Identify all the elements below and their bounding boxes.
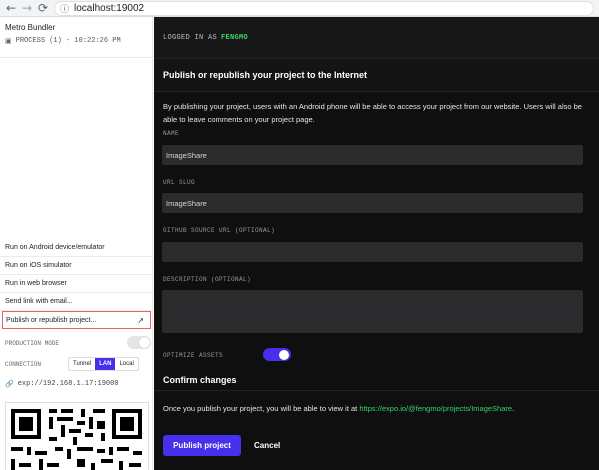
sidebar: Metro Bundler ▣ PROCESS (1) - 10:22:26 P… [0, 17, 153, 470]
logged-in-label: LOGGED IN AS [163, 33, 218, 42]
app-root: ← → ⟳ ⓘ localhost:19002 Metro Bundler ▣ … [0, 0, 599, 470]
url-slug-label: URL SLUG [163, 179, 196, 186]
menu-item-label: Publish or republish project... [6, 316, 97, 324]
connection-label: CONNECTION [5, 360, 42, 368]
exp-url-row[interactable]: 🔗 exp://192.168.1.17:19000 [5, 380, 119, 388]
connection-segmented-control: Tunnel LAN Local [68, 357, 139, 371]
process-icon: ▣ [5, 37, 12, 45]
connection-tunnel-button[interactable]: Tunnel [69, 358, 95, 370]
publish-project-button[interactable]: Publish project [163, 435, 241, 456]
run-web-item[interactable]: Run in web browser [0, 275, 153, 293]
description-field[interactable] [162, 290, 583, 333]
connection-local-button[interactable]: Local [115, 358, 137, 370]
production-mode-label: PRODUCTION MODE [5, 339, 60, 347]
menu-item-label: Run in web browser [5, 280, 67, 287]
send-link-item[interactable]: Send link with email... [0, 293, 153, 311]
account-bar: LOGGED IN AS FENGMO [154, 17, 599, 59]
production-mode-row: PRODUCTION MODE [5, 336, 151, 349]
menu-item-label: Send link with email... [5, 298, 73, 305]
sidebar-header: Metro Bundler ▣ PROCESS (1) - 10:22:26 P… [0, 17, 152, 58]
toggle-knob [139, 337, 150, 348]
github-url-label: GITHUB SOURCE URL (OPTIONAL) [163, 227, 276, 234]
publish-panel: LOGGED IN AS FENGMO Publish or republish… [154, 17, 599, 470]
run-android-item[interactable]: Run on Android device/emulator [0, 239, 153, 257]
info-icon[interactable]: ⓘ [60, 2, 69, 15]
name-label: NAME [163, 130, 180, 137]
production-mode-toggle[interactable] [127, 336, 151, 349]
browser-toolbar: ← → ⟳ ⓘ localhost:19002 [0, 0, 599, 17]
intro-text: By publishing your project, users with a… [163, 102, 582, 124]
github-url-field[interactable] [162, 242, 583, 262]
section-title: Publish or republish your project to the… [154, 59, 599, 92]
qr-code [5, 402, 149, 470]
reload-icon[interactable]: ⟳ [35, 0, 51, 16]
confirm-prefix: Once you publish your project, you will … [163, 404, 360, 413]
confirm-suffix: . [512, 404, 515, 413]
description-label: DESCRIPTION (OPTIONAL) [163, 276, 252, 283]
forward-icon[interactable]: → [19, 0, 35, 16]
address-url: localhost:19002 [74, 2, 145, 14]
confirm-changes-title: Confirm changes [154, 369, 599, 391]
project-link[interactable]: https://expo.io/@fengmo/projects/ImageSh… [359, 404, 512, 413]
cancel-button[interactable]: Cancel [254, 435, 280, 456]
publish-project-item[interactable]: Publish or republish project... ↗ [2, 311, 151, 329]
confirm-text: Once you publish your project, you will … [163, 404, 514, 413]
exp-url: exp://192.168.1.17:19000 [17, 380, 119, 388]
qr-code-graphic [6, 403, 148, 470]
toggle-knob [279, 349, 289, 360]
connection-lan-button[interactable]: LAN [95, 358, 116, 370]
username: FENGMO [221, 33, 249, 42]
name-field[interactable]: ImageShare [162, 145, 583, 165]
connection-row: CONNECTION Tunnel LAN Local [5, 357, 150, 371]
process-label: PROCESS (1) - 10:22:26 PM [15, 37, 121, 45]
address-bar[interactable]: ⓘ localhost:19002 [54, 0, 594, 16]
menu-item-label: Run on iOS simulator [5, 262, 72, 269]
optimize-assets-label: OPTIMIZE ASSETS [163, 352, 224, 359]
run-ios-item[interactable]: Run on iOS simulator [0, 257, 153, 275]
arrow-up-right-icon: ↗ [137, 315, 144, 325]
process-status[interactable]: ▣ PROCESS (1) - 10:22:26 PM [5, 37, 147, 45]
optimize-assets-toggle[interactable] [263, 348, 291, 361]
menu-item-label: Run on Android device/emulator [5, 244, 105, 251]
back-icon[interactable]: ← [3, 0, 19, 16]
url-slug-field[interactable]: ImageShare [162, 193, 583, 213]
optimize-assets-row: OPTIMIZE ASSETS [163, 348, 593, 362]
actions-menu: Run on Android device/emulator Run on iO… [0, 239, 153, 329]
link-icon: 🔗 [5, 380, 14, 388]
bundler-title: Metro Bundler [5, 23, 56, 32]
